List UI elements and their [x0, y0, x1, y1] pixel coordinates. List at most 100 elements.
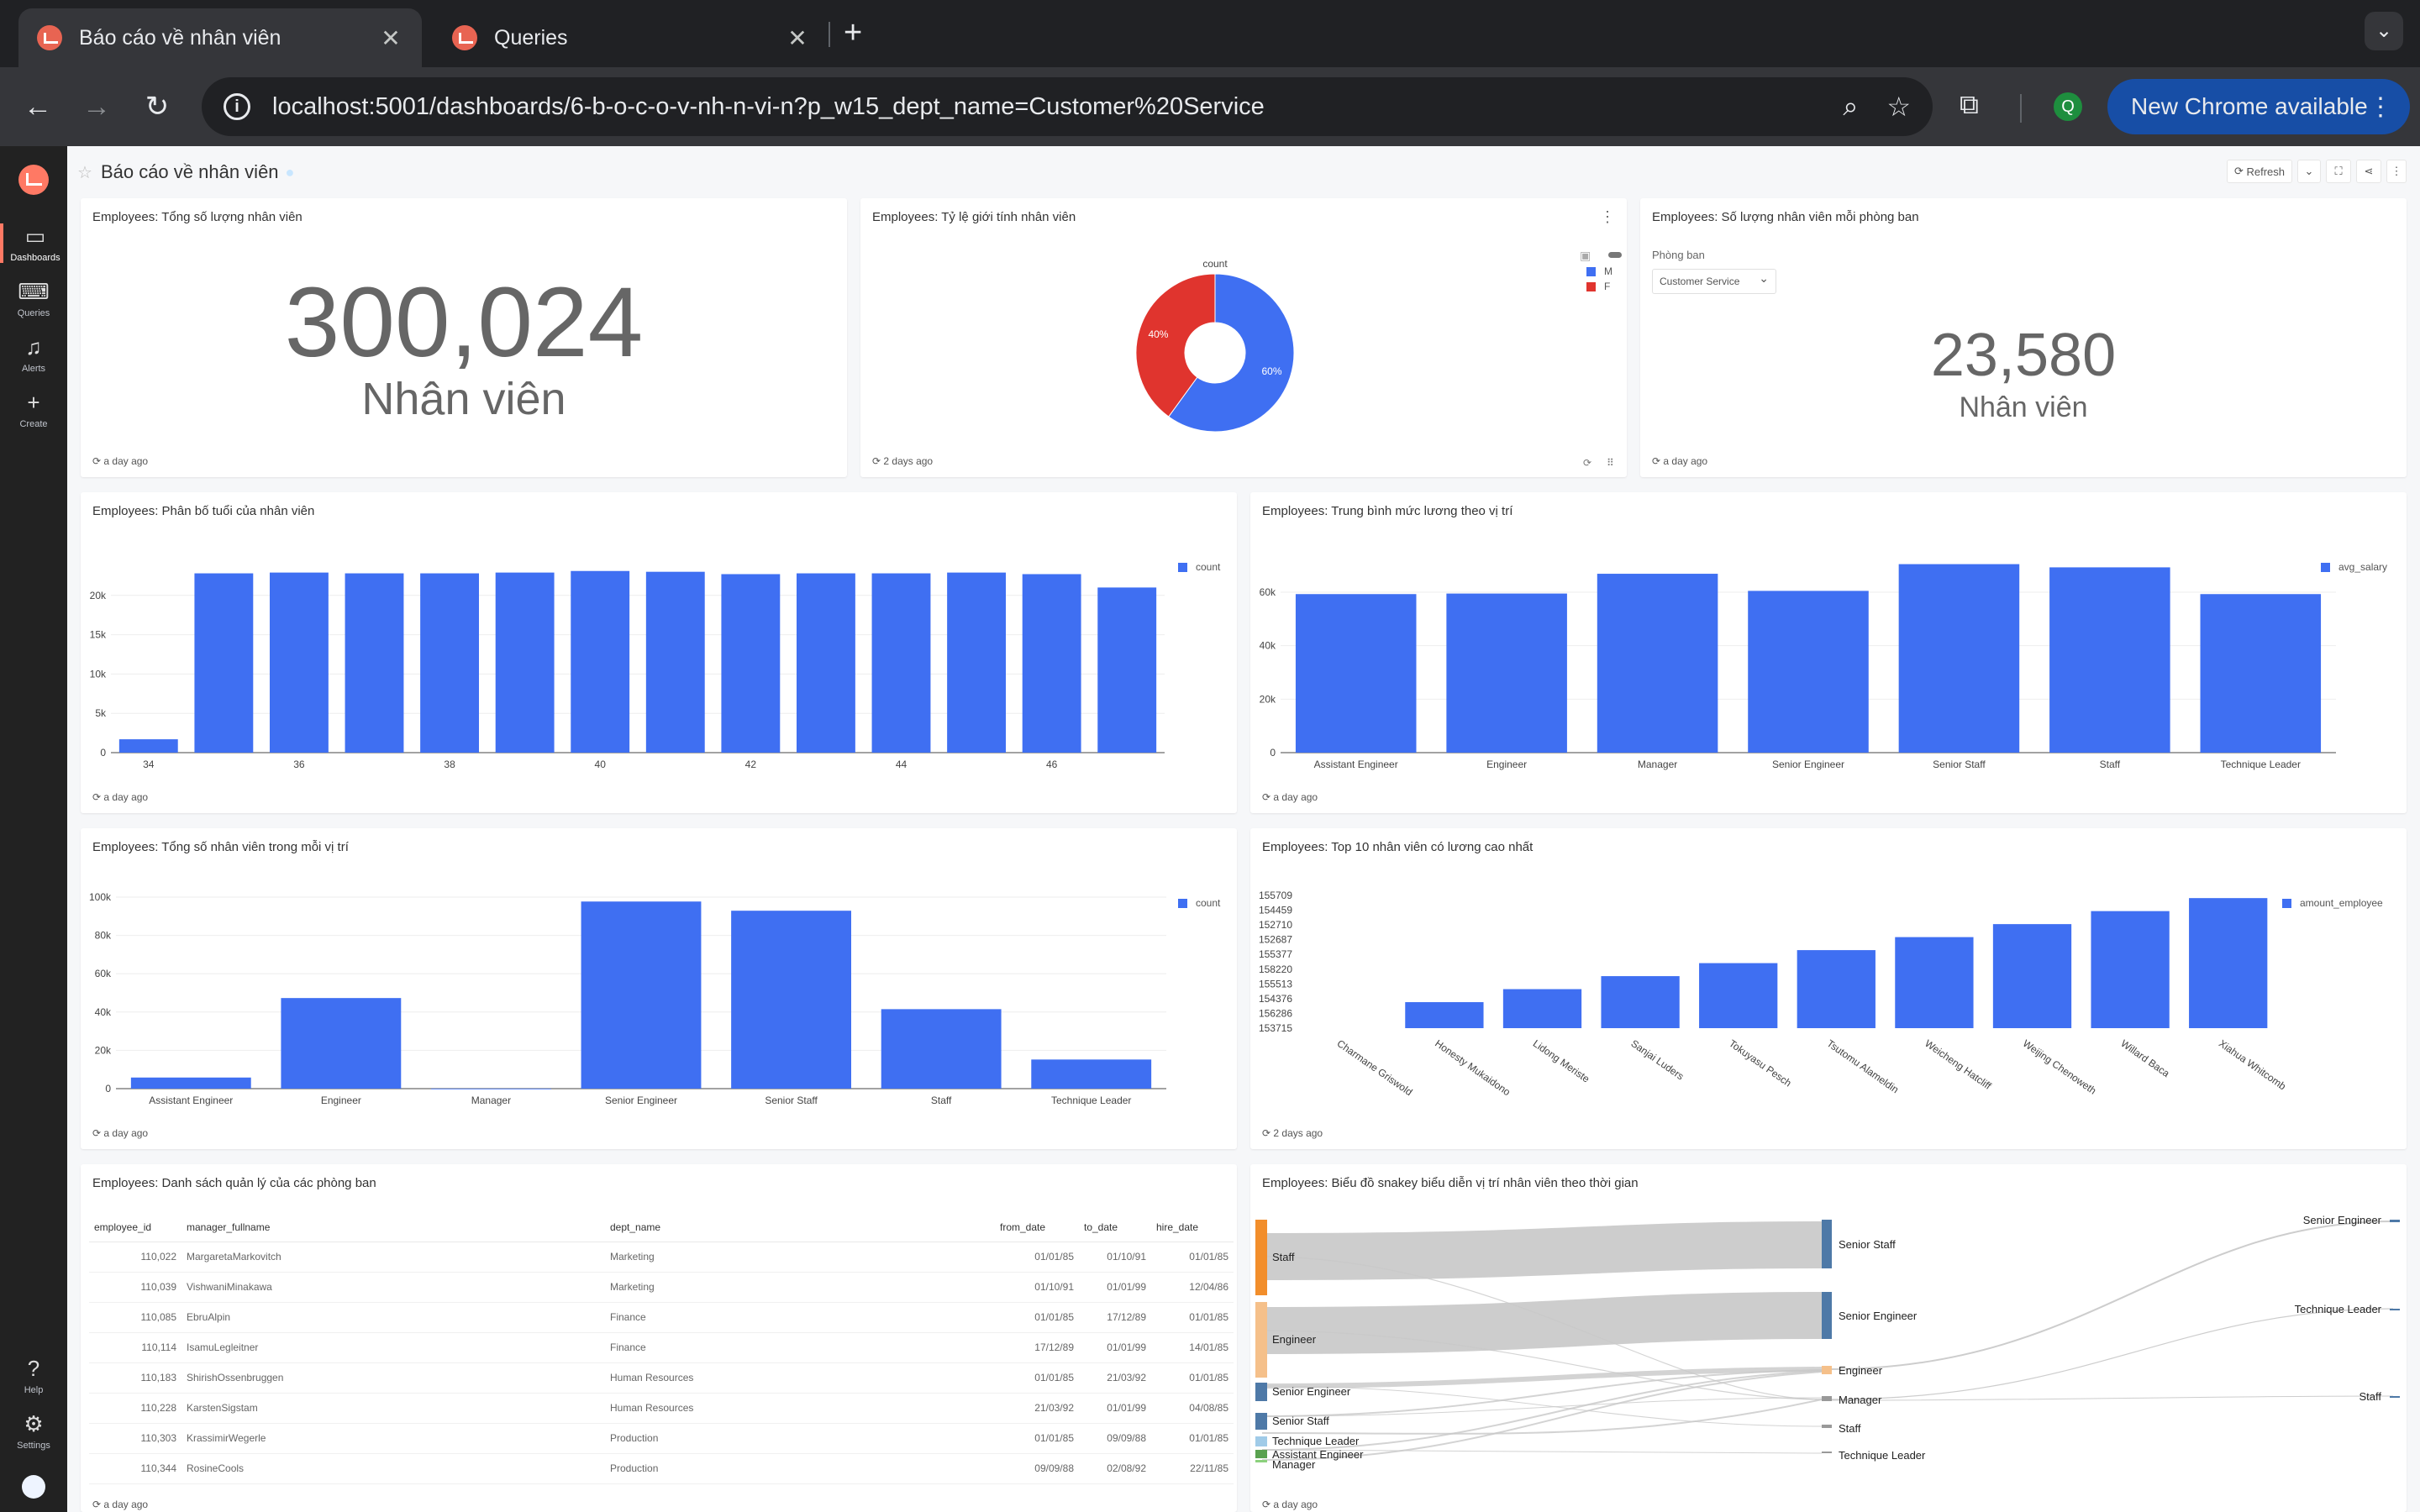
x-tick-label: Tokuyasu Pesch: [1727, 1037, 1794, 1089]
x-tick-label: Senior Staff: [1933, 759, 1986, 770]
widget-age-distribution: Employees: Phân bố tuổi của nhân viên co…: [81, 492, 1237, 813]
y-tick-label: 80k: [95, 930, 112, 942]
sankey-node: [2390, 1309, 2400, 1310]
sankey-node-label: Senior Staff: [1272, 1415, 1329, 1427]
column-header[interactable]: hire_date: [1151, 1213, 1234, 1242]
pie-title: count: [1202, 258, 1228, 270]
sankey-node-label: Manager: [1839, 1394, 1882, 1406]
share-icon[interactable]: ⋖: [2356, 160, 2381, 183]
sankey-chart: Staff Engineer Senior Engineer Senior Staff…: [1255, 1214, 2400, 1471]
x-tick-label: Staff: [931, 1095, 952, 1106]
redash-favicon-icon: [37, 25, 62, 50]
close-tab-icon[interactable]: ✕: [785, 24, 810, 52]
site-info-icon[interactable]: i: [224, 93, 250, 120]
drag-handle-icon[interactable]: ⠿: [1607, 457, 1614, 469]
new-tab-button[interactable]: +: [844, 15, 862, 51]
extensions-icon[interactable]: ⧉: [1960, 89, 1979, 121]
user-avatar[interactable]: [22, 1475, 45, 1499]
column-header[interactable]: dept_name: [605, 1213, 995, 1242]
reload-widget-icon[interactable]: ⟳: [1583, 457, 1591, 469]
refresh-dropdown-icon[interactable]: ⌄: [2297, 160, 2321, 183]
fullscreen-icon[interactable]: ⛶: [2326, 160, 2351, 183]
table-cell: RosineCools: [182, 1453, 605, 1484]
sankey-node: [1255, 1460, 1267, 1462]
widget-menu-icon[interactable]: ⋮: [1600, 208, 1615, 226]
bar: [345, 573, 404, 753]
nav-help[interactable]: ? Help: [0, 1356, 67, 1395]
close-tab-icon[interactable]: ✕: [378, 24, 403, 52]
nav-dashboards[interactable]: ▭ Dashboards: [0, 223, 67, 263]
top10-bar-chart: 155709 154459 152710 152687 155377 158220 1555…: [1259, 890, 2288, 1098]
tab-dashboard[interactable]: Báo cáo về nhân viên ✕: [18, 8, 422, 67]
forward-icon[interactable]: →: [77, 87, 116, 126]
reload-icon[interactable]: ↻: [138, 87, 176, 126]
bar: [1502, 989, 1582, 1028]
tab-queries[interactable]: Queries ✕: [434, 8, 829, 67]
table-header-row: employee_id manager_fullname dept_name f…: [89, 1213, 1234, 1242]
table-cell: Production: [605, 1423, 995, 1454]
widget-count-by-title: Employees: Tổng số nhân viên trong mỗi v…: [81, 828, 1237, 1149]
column-header[interactable]: manager_fullname: [182, 1213, 605, 1242]
nav-label: Dashboards: [10, 253, 60, 263]
sankey-node: [1822, 1220, 1832, 1268]
bar: [1031, 1059, 1152, 1089]
more-options-icon[interactable]: ⋮: [2386, 160, 2407, 183]
table-cell: 110,039: [89, 1272, 182, 1303]
browser-tab-strip: Báo cáo về nhân viên ✕ Queries ✕ + ⌄: [0, 0, 2420, 67]
y-tick-label: 154459: [1259, 905, 1292, 916]
bar: [881, 1009, 1002, 1089]
x-tick-label: 40: [595, 759, 607, 770]
sankey-node-label: Senior Engineer: [1272, 1385, 1351, 1398]
x-tick-label: 36: [293, 759, 305, 770]
sankey-node: [2390, 1220, 2400, 1222]
bar: [1446, 593, 1567, 753]
bar: [1597, 574, 1718, 753]
nav-create[interactable]: + Create: [0, 390, 67, 429]
favorite-star-icon[interactable]: ☆: [77, 162, 92, 183]
refresh-button[interactable]: ⟳ Refresh: [2227, 160, 2292, 183]
tab-search-button[interactable]: ⌄: [2365, 12, 2403, 50]
chrome-update-button[interactable]: New Chrome available ⋮: [2107, 79, 2410, 134]
back-icon[interactable]: ←: [18, 87, 57, 126]
bar: [2200, 594, 2322, 753]
bookmark-star-icon[interactable]: ☆: [1886, 91, 1911, 123]
x-tick-label: Charmane Griswold: [1335, 1037, 1415, 1098]
nav-settings[interactable]: ⚙ Settings: [0, 1411, 67, 1451]
y-tick-label: 154376: [1259, 993, 1292, 1005]
widget-avg-salary: Employees: Trung bình mức lương theo vị …: [1250, 492, 2407, 813]
update-label: New Chrome available: [2131, 93, 2368, 119]
updated-time: a day ago: [92, 1499, 148, 1510]
nav-alerts[interactable]: ♫ Alerts: [0, 334, 67, 374]
x-tick-label: 38: [444, 759, 455, 770]
x-tick-label: Manager: [1638, 759, 1677, 770]
sankey-link: [1261, 1397, 1823, 1417]
table-row: 110,183 ShirishOssenbruggen Human Resource…: [89, 1362, 1234, 1394]
bar: [1898, 564, 2020, 753]
x-tick-label: 42: [745, 759, 757, 770]
y-tick-label: 0: [1270, 747, 1276, 759]
tab-title: Báo cáo về nhân viên: [79, 25, 281, 50]
y-tick-label: 153715: [1259, 1022, 1292, 1034]
x-tick-label: Manager: [471, 1095, 511, 1106]
zoom-icon[interactable]: ⌕: [1843, 91, 1858, 123]
column-header[interactable]: to_date: [1079, 1213, 1151, 1242]
sankey-node: [1255, 1220, 1267, 1295]
redash-logo-icon[interactable]: [18, 165, 49, 195]
more-menu-icon[interactable]: ⋮: [2368, 92, 2393, 122]
y-tick-label: 20k: [1260, 693, 1276, 705]
column-header[interactable]: employee_id: [89, 1213, 182, 1242]
dept-filter-select[interactable]: Customer Service: [1652, 269, 1776, 294]
nav-queries[interactable]: ⌨ Queries: [0, 279, 67, 318]
x-tick-label: Tsutomu Alameldin: [1825, 1037, 1902, 1095]
sankey-link: [1829, 1308, 2394, 1400]
address-bar[interactable]: i localhost:5001/dashboards/6-b-o-c-o-v-…: [202, 77, 1933, 136]
column-header[interactable]: from_date: [995, 1213, 1079, 1242]
url-text[interactable]: localhost:5001/dashboards/6-b-o-c-o-v-nh…: [272, 93, 1814, 121]
profile-avatar[interactable]: Q: [2054, 92, 2082, 121]
bar: [1022, 574, 1081, 753]
desktop-icon: ▭: [24, 223, 46, 249]
sankey-node: [1255, 1383, 1267, 1401]
bar: [796, 573, 855, 753]
widget-title: Employees: Danh sách quản lý của các phò…: [92, 1176, 376, 1190]
pie-slice-label: 60%: [1262, 365, 1282, 377]
